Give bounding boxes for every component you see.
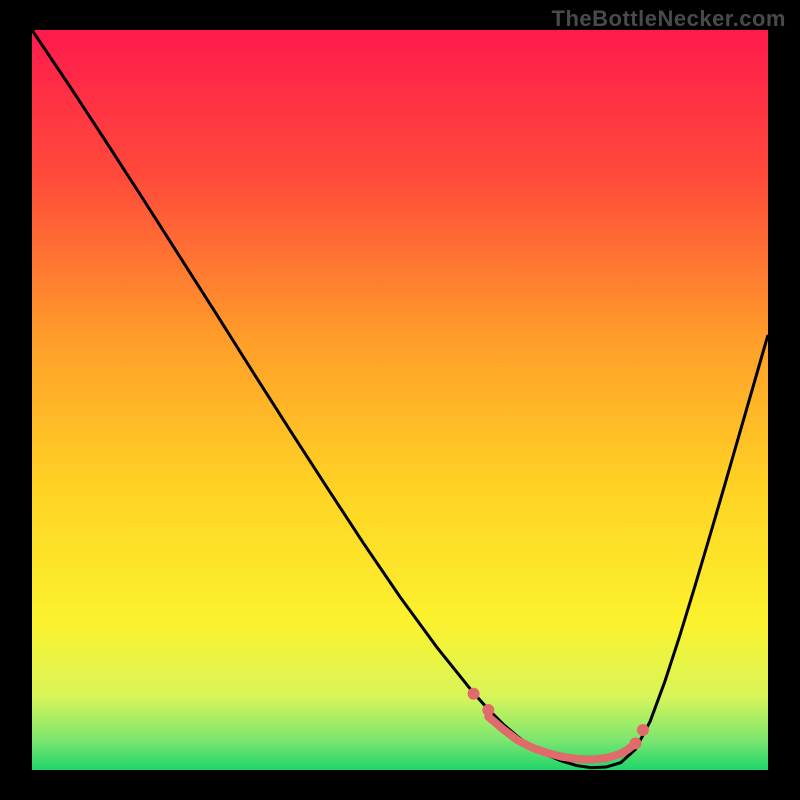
watermark-text: TheBottleNecker.com [552, 6, 786, 32]
bottleneck-chart [0, 0, 800, 800]
highlight-dot [630, 737, 642, 749]
chart-frame: TheBottleNecker.com [0, 0, 800, 800]
gradient-plot-area [32, 30, 768, 770]
highlight-dot [637, 724, 649, 736]
highlight-dot [482, 704, 494, 716]
highlight-dot [468, 688, 480, 700]
